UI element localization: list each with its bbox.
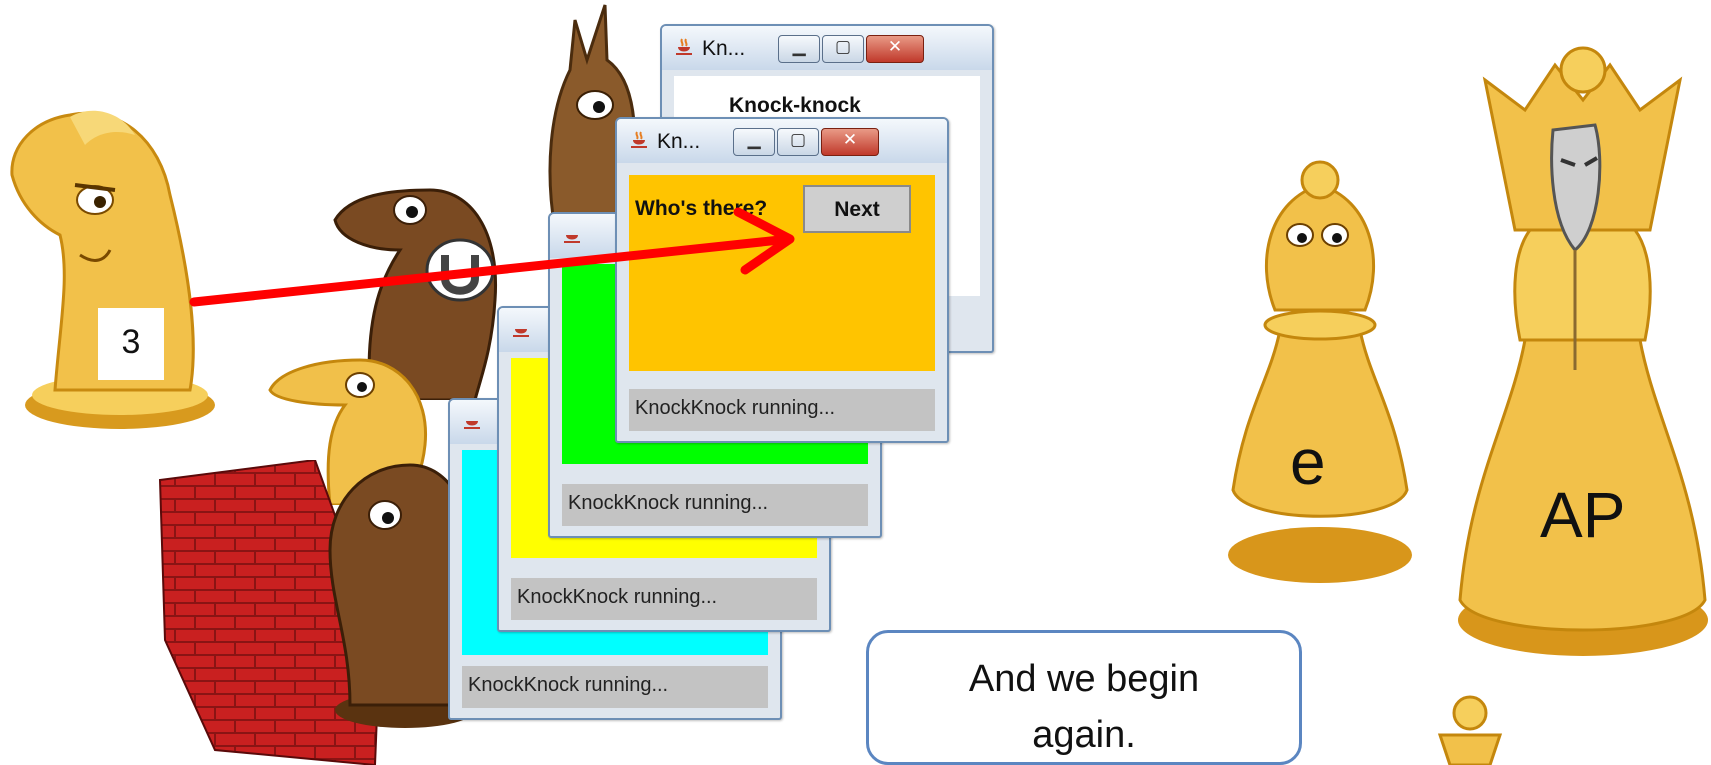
window-title: Kn... <box>702 37 746 60</box>
minimize-button[interactable]: ▁ <box>778 35 820 63</box>
status-bar: KnockKnock running... <box>511 578 817 620</box>
minimize-icon: ▁ <box>747 130 761 150</box>
java-icon <box>631 131 647 148</box>
caption-line-2: again. <box>1032 714 1136 756</box>
prompt-label: Who's there? <box>635 197 768 220</box>
window-title: Kn... <box>657 130 701 153</box>
golden-queen-masked <box>1458 46 1708 656</box>
pawn-letter-label: e <box>1290 426 1326 498</box>
golden-knight <box>10 110 215 429</box>
knight-number-label: 3 <box>98 308 164 380</box>
status-bar: KnockKnock running... <box>562 484 868 526</box>
minimize-button[interactable]: ▁ <box>733 128 775 156</box>
heading-text: Knock-knock <box>729 94 861 117</box>
status-bar: KnockKnock running... <box>462 666 768 708</box>
close-button[interactable]: ✕ <box>866 35 924 63</box>
java-icon <box>564 235 580 243</box>
golden-pawn <box>1228 160 1412 583</box>
knockknock-window-front[interactable]: Kn... ▁ ▢ ✕ Who's there? Next KnockKnock… <box>615 117 949 443</box>
maximize-button[interactable]: ▢ <box>822 35 864 63</box>
maximize-icon: ▢ <box>834 37 852 57</box>
minimize-icon: ▁ <box>792 37 806 57</box>
caption-line-1: And we begin <box>968 658 1200 700</box>
title-bar[interactable]: Kn... ▁ ▢ ✕ <box>662 26 992 70</box>
close-button[interactable]: ✕ <box>821 128 879 156</box>
golden-piece-partial <box>1437 695 1503 765</box>
java-icon <box>464 421 480 429</box>
title-bar[interactable]: Kn... ▁ ▢ ✕ <box>617 119 947 163</box>
maximize-icon: ▢ <box>789 130 807 150</box>
queen-label: AP <box>1540 479 1626 551</box>
java-icon <box>513 329 529 337</box>
status-bar: KnockKnock running... <box>629 389 935 431</box>
maximize-button[interactable]: ▢ <box>777 128 819 156</box>
caption-callout: And we begin again. <box>866 630 1302 765</box>
close-icon: ✕ <box>887 37 903 57</box>
java-icon <box>676 38 692 55</box>
close-icon: ✕ <box>842 130 858 150</box>
content-panel: Who's there? Next <box>629 175 935 371</box>
next-button[interactable]: Next <box>803 185 911 233</box>
